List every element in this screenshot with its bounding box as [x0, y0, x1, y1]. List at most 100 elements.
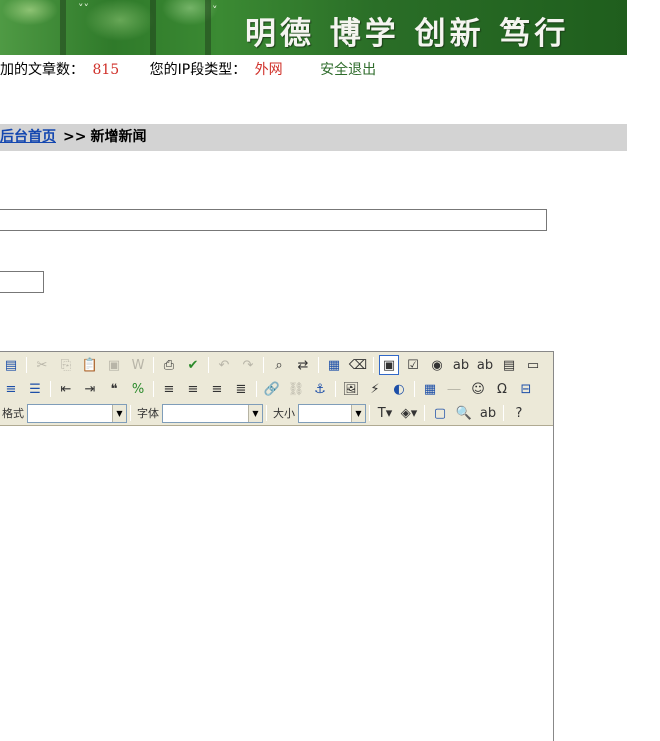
size-select[interactable]: ▼	[298, 403, 366, 423]
button-field-icon[interactable]: ▭	[523, 355, 543, 375]
maximize-icon[interactable]: ▢	[430, 403, 450, 423]
select-field-icon[interactable]: ▤	[499, 355, 519, 375]
breadcrumb-separator: >>	[63, 129, 87, 145]
redo-icon[interactable]: ↷	[238, 355, 258, 375]
align-right-icon[interactable]: ≡	[207, 379, 227, 399]
toolbar-separator	[424, 405, 425, 421]
image-icon[interactable]: 🖼	[341, 379, 361, 399]
toolbar-separator	[373, 357, 374, 373]
special-char-icon[interactable]: Ω	[492, 379, 512, 399]
replace-icon[interactable]: ⇄	[293, 355, 313, 375]
div-icon[interactable]: %	[128, 379, 148, 399]
blockquote-icon[interactable]: ❝	[104, 379, 124, 399]
textarea-icon[interactable]: ab	[475, 355, 495, 375]
background-color-icon[interactable]: ◈▾	[399, 403, 419, 423]
anchor-icon[interactable]: ⚓	[310, 379, 330, 399]
format-select[interactable]: ▼	[27, 403, 127, 423]
toolbar-row-3-buttons: T▾ ◈▾ ▢ 🔍 ab?	[373, 403, 531, 423]
toolbar-separator	[369, 405, 370, 421]
breadcrumb-current: 新增新闻	[90, 129, 147, 145]
show-blocks-icon[interactable]: ab	[478, 403, 498, 423]
font-select[interactable]: ▼	[162, 403, 263, 423]
editor-toolbar: ▤ ✂ ⎘ 📋 ▣ W ⎙ ✔ ↶ ↷ ⌕ ⇄ ▦ ⌫ ▣ ☑ ◉ ab ab ▤ ▭ ≡ ☰ ⇤ ⇥ ❝% ≡ ≡ ≡ ≣ 🔗 ⛓ ⚓ 🖼 ⚡ ◐…	[0, 352, 553, 426]
toolbar-separator	[26, 357, 27, 373]
toolbar-separator	[50, 381, 51, 397]
checkbox-icon[interactable]: ☑	[403, 355, 423, 375]
toolbar-separator	[318, 357, 319, 373]
paste-text-icon[interactable]: ▣	[104, 355, 124, 375]
print-icon[interactable]: ⎙	[159, 355, 179, 375]
ip-type-label: 您的IP段类型：	[149, 62, 247, 78]
news-title-input[interactable]	[0, 209, 547, 231]
chevron-down-icon[interactable]: ▼	[351, 404, 365, 422]
banner-forest-image	[0, 0, 230, 55]
chevron-down-icon[interactable]: ▼	[112, 404, 126, 422]
flash-icon[interactable]: ⚡	[365, 379, 385, 399]
justify-icon[interactable]: ≣	[231, 379, 251, 399]
bird-icon: ˅	[212, 4, 218, 17]
source-code-icon[interactable]: ▤	[1, 355, 21, 375]
text-field-icon[interactable]: ab	[451, 355, 471, 375]
toolbar-separator	[153, 381, 154, 397]
toolbar-separator	[266, 405, 267, 421]
toolbar-separator	[335, 381, 336, 397]
banner-tree-trunk	[60, 0, 66, 55]
smiley-icon[interactable]: ☺	[468, 379, 488, 399]
indent-icon[interactable]: ⇥	[80, 379, 100, 399]
rich-text-editor: ▤ ✂ ⎘ 📋 ▣ W ⎙ ✔ ↶ ↷ ⌕ ⇄ ▦ ⌫ ▣ ☑ ◉ ab ab ▤ ▭ ≡ ☰ ⇤ ⇥ ❝% ≡ ≡ ≡ ≣ 🔗 ⛓ ⚓ 🖼 ⚡ ◐…	[0, 351, 554, 741]
toolbar-separator	[263, 357, 264, 373]
toolbar-separator	[208, 357, 209, 373]
toolbar-separator	[503, 405, 504, 421]
outdent-icon[interactable]: ⇤	[56, 379, 76, 399]
align-center-icon[interactable]: ≡	[183, 379, 203, 399]
select-all-icon[interactable]: ▦	[324, 355, 344, 375]
articles-count-value: 815	[92, 62, 120, 78]
short-field-input[interactable]	[0, 271, 44, 293]
breadcrumb-home-link[interactable]: 后台首页	[0, 129, 56, 145]
articles-count-label: 加的文章数：	[0, 62, 84, 78]
toolbar-row-1: ▤ ✂ ⎘ 📋 ▣ W ⎙ ✔ ↶ ↷ ⌕ ⇄ ▦ ⌫ ▣ ☑ ◉ ab ab ▤ ▭	[0, 353, 545, 377]
horizontal-rule-icon[interactable]: ―	[444, 379, 464, 399]
page-break-icon[interactable]: ⊟	[516, 379, 536, 399]
banner-motto: 明德 博学 创新 笃行	[245, 16, 570, 52]
toolbar-row-2: ≡ ☰ ⇤ ⇥ ❝% ≡ ≡ ≡ ≣ 🔗 ⛓ ⚓ 🖼 ⚡ ◐ ▦ ― ☺ Ω ⊟	[0, 377, 538, 401]
ip-type-value: 外网	[254, 62, 283, 78]
about-icon[interactable]: ?	[509, 403, 529, 423]
unlink-icon[interactable]: ⛓	[286, 379, 306, 399]
header-banner: ˅˅ ˅ 明德 博学 创新 笃行	[0, 0, 627, 55]
user-info-bar: 加的文章数： 815 您的IP段类型： 外网 安全退出	[0, 59, 376, 79]
breadcrumb: 后台首页 >> 新增新闻	[0, 124, 627, 151]
preview-icon[interactable]: 🔍	[454, 403, 474, 423]
copy-icon[interactable]: ⎘	[56, 355, 76, 375]
bird-icon: ˅˅	[78, 2, 89, 15]
text-color-icon[interactable]: T▾	[375, 403, 395, 423]
media-icon[interactable]: ◐	[389, 379, 409, 399]
link-icon[interactable]: 🔗	[262, 379, 282, 399]
logout-link[interactable]: 安全退出	[320, 59, 376, 79]
unordered-list-icon[interactable]: ☰	[25, 379, 45, 399]
banner-tree-trunk	[150, 0, 156, 55]
ordered-list-icon[interactable]: ≡	[1, 379, 21, 399]
size-label: 大小	[273, 407, 295, 420]
cut-icon[interactable]: ✂	[32, 355, 52, 375]
editor-content-area[interactable]	[0, 427, 553, 741]
toolbar-separator	[130, 405, 131, 421]
paste-icon[interactable]: 📋	[80, 355, 100, 375]
font-label: 字体	[137, 407, 159, 420]
remove-format-icon[interactable]: ⌫	[348, 355, 368, 375]
align-left-icon[interactable]: ≡	[159, 379, 179, 399]
find-icon[interactable]: ⌕	[269, 355, 289, 375]
radio-icon[interactable]: ◉	[427, 355, 447, 375]
table-icon[interactable]: ▦	[420, 379, 440, 399]
banner-tree-trunk	[205, 0, 211, 55]
form-icon[interactable]: ▣	[379, 355, 399, 375]
spellcheck-icon[interactable]: ✔	[183, 355, 203, 375]
toolbar-separator	[256, 381, 257, 397]
chevron-down-icon[interactable]: ▼	[248, 404, 262, 422]
undo-icon[interactable]: ↶	[214, 355, 234, 375]
toolbar-separator	[414, 381, 415, 397]
toolbar-row-3: 格式 ▼ 字体 ▼ 大小 ▼ T▾ ◈▾ ▢ 🔍 ab?	[0, 401, 531, 425]
toolbar-separator	[153, 357, 154, 373]
format-label: 格式	[2, 407, 24, 420]
paste-word-icon[interactable]: W	[128, 355, 148, 375]
